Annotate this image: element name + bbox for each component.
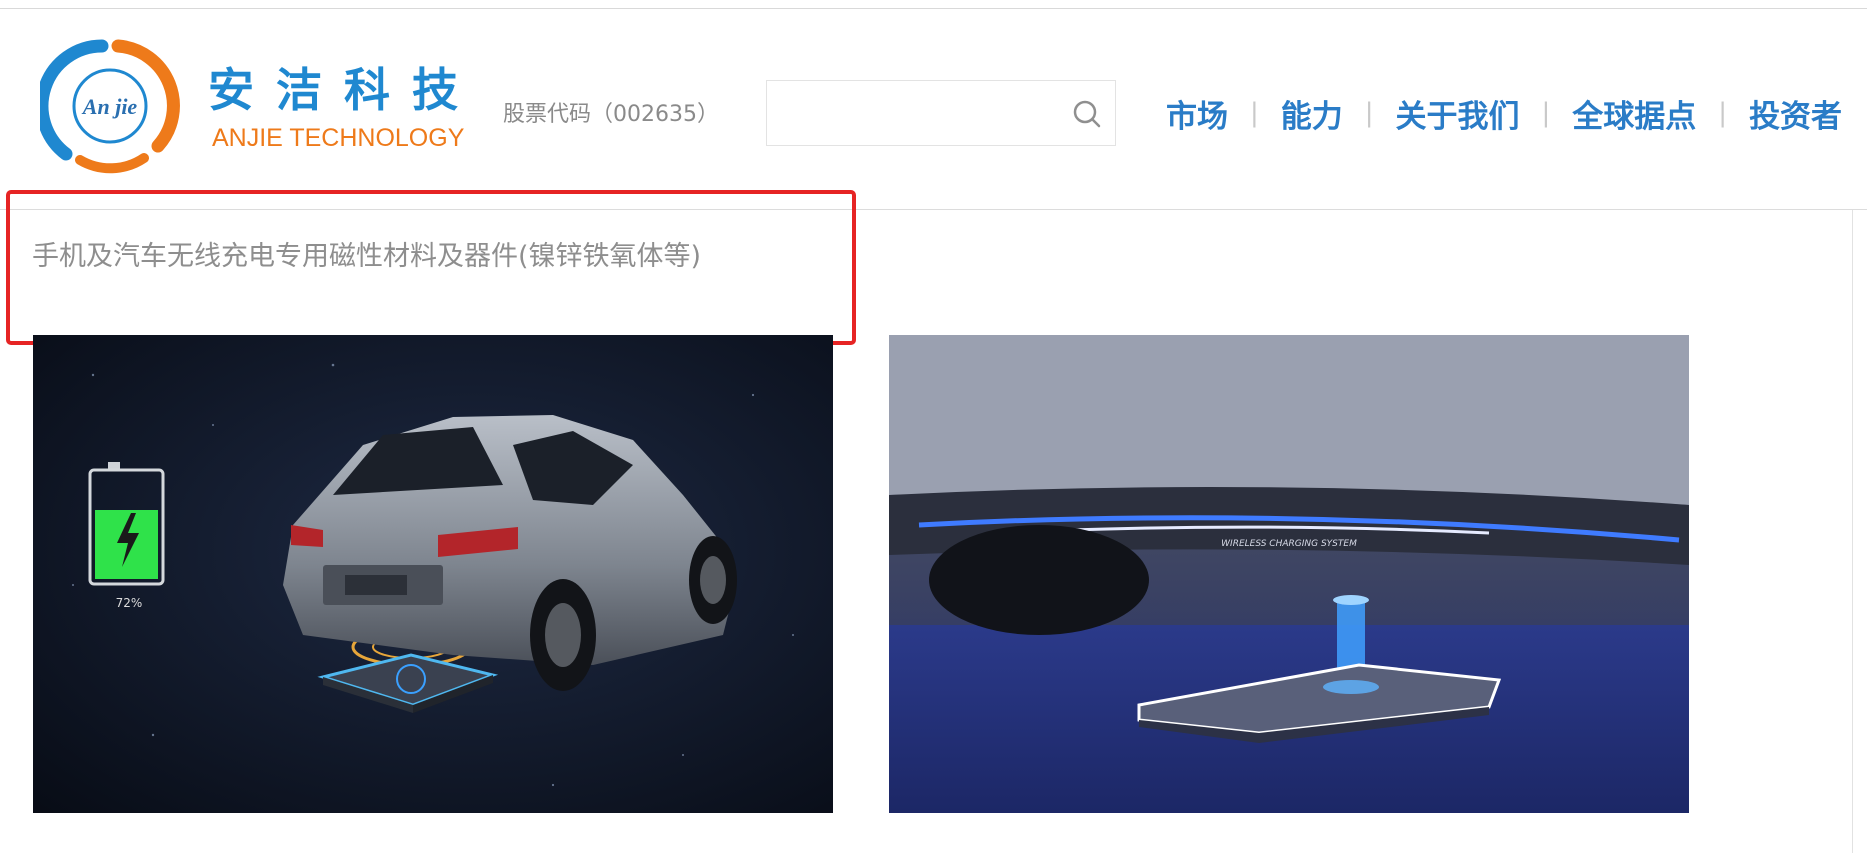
bumper-text: WIRELESS CHARGING SYSTEM bbox=[1221, 539, 1357, 549]
car-wireless-charging-image: 72% bbox=[33, 335, 833, 813]
nav-item-capability[interactable]: 能力 bbox=[1281, 91, 1343, 136]
search-icon bbox=[1073, 100, 1101, 128]
main-nav: 市场 | 能力 | 关于我们 | 全球据点 | 投资者 bbox=[1166, 88, 1842, 138]
nav-separator: | bbox=[1364, 98, 1374, 128]
search-box bbox=[766, 80, 1116, 146]
logo-emblem: An jie bbox=[40, 39, 180, 174]
search-button[interactable] bbox=[1071, 98, 1103, 130]
logo-mark-text: An jie bbox=[81, 94, 138, 119]
nav-item-global-locations[interactable]: 全球据点 bbox=[1572, 91, 1696, 136]
nav-separator: | bbox=[1718, 98, 1728, 128]
battery-percent: 72% bbox=[116, 596, 143, 610]
nav-item-investors[interactable]: 投资者 bbox=[1749, 91, 1842, 136]
logo-english-name: ANJIE TECHNOLOGY bbox=[212, 124, 465, 152]
company-logo[interactable]: An jie 安洁科技 ANJIE TECHNOLOGY bbox=[40, 36, 480, 176]
nav-item-market[interactable]: 市场 bbox=[1166, 91, 1228, 136]
nav-separator: | bbox=[1541, 98, 1551, 128]
nav-separator: | bbox=[1250, 98, 1259, 128]
stock-code: 股票代码（002635） bbox=[503, 102, 719, 127]
content-right-border bbox=[1852, 210, 1853, 853]
highlight-box bbox=[6, 190, 856, 345]
nav-item-about-us[interactable]: 关于我们 bbox=[1396, 91, 1520, 136]
search-input[interactable] bbox=[767, 81, 1079, 145]
top-divider bbox=[0, 8, 1867, 9]
logo-chinese-name: 安洁科技 bbox=[208, 63, 480, 117]
bumper-charging-pad-image: WIRELESS CHARGING SYSTEM bbox=[889, 335, 1689, 813]
